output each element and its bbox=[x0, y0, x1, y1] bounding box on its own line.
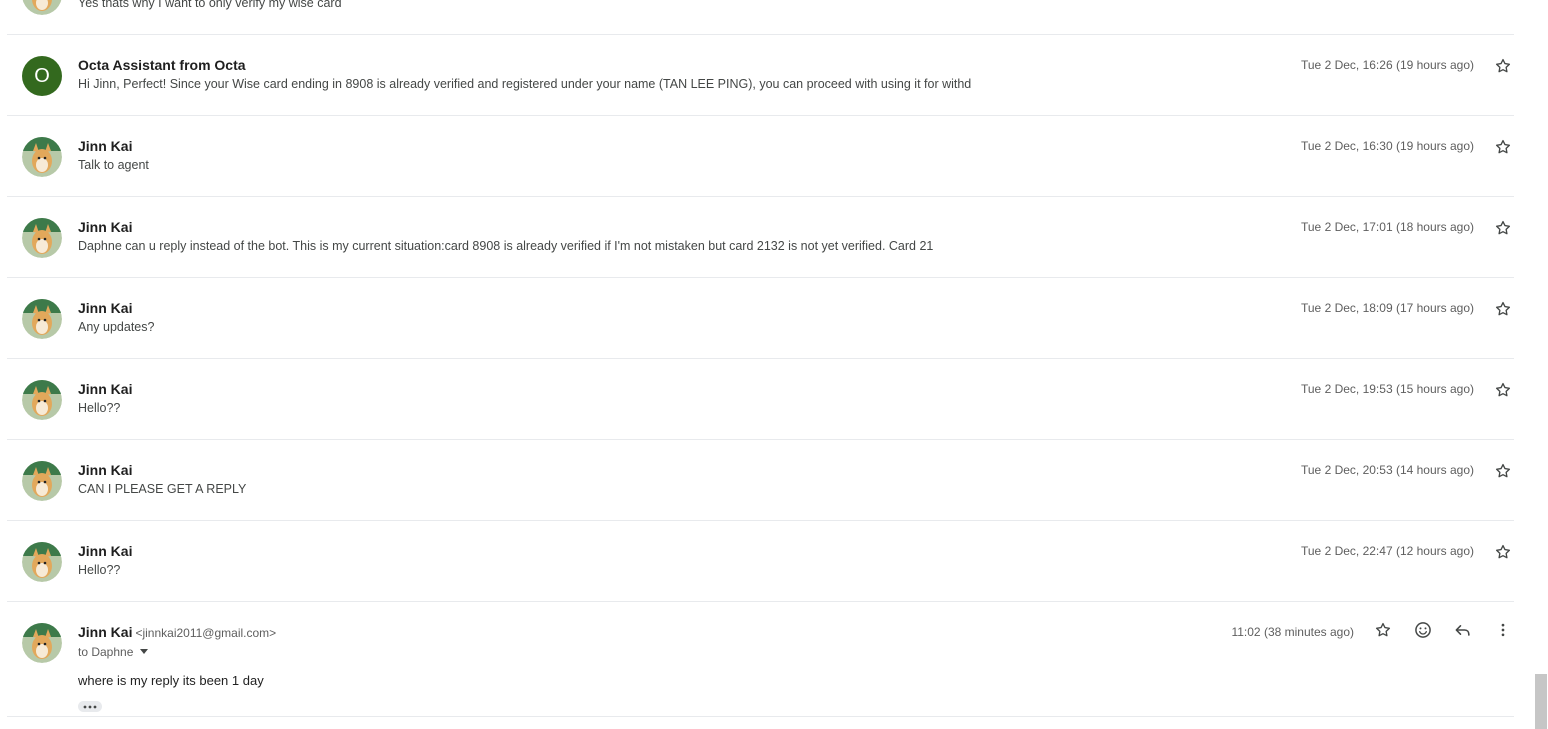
message-time: Tue 2 Dec, 18:09 (17 hours ago) bbox=[1301, 301, 1474, 315]
chevron-down-icon[interactable] bbox=[139, 645, 149, 659]
sender-name: Jinn Kai bbox=[78, 462, 133, 478]
sender-avatar: O bbox=[22, 56, 62, 96]
message-snippet: Daphne can u reply instead of the bot. T… bbox=[78, 239, 934, 253]
message-time: Tue 2 Dec, 19:53 (15 hours ago) bbox=[1301, 382, 1474, 396]
sender-avatar bbox=[22, 218, 62, 258]
emoji-reaction-icon[interactable] bbox=[1412, 619, 1434, 641]
sender-avatar bbox=[22, 0, 62, 15]
star-icon[interactable] bbox=[1372, 619, 1394, 641]
sender-avatar bbox=[22, 461, 62, 501]
message-row-collapsed[interactable]: Jinn Kai Hello?? Tue 2 Dec, 22:47 (12 ho… bbox=[7, 521, 1514, 602]
scrollbar-thumb[interactable] bbox=[1535, 674, 1547, 729]
message-row-collapsed[interactable]: Yes thats why I want to only verify my w… bbox=[7, 0, 1514, 35]
message-row-collapsed[interactable]: Jinn Kai Daphne can u reply instead of t… bbox=[7, 197, 1514, 278]
sender-name: Jinn Kai bbox=[78, 219, 133, 235]
sender-name: Jinn Kai bbox=[78, 300, 133, 316]
message-snippet: Hello?? bbox=[78, 401, 121, 415]
sender-email: <jinnkai2011@gmail.com> bbox=[135, 626, 277, 640]
sender-avatar bbox=[22, 623, 62, 663]
message-time: Tue 2 Dec, 22:47 (12 hours ago) bbox=[1301, 544, 1474, 558]
message-time: Tue 2 Dec, 17:01 (18 hours ago) bbox=[1301, 220, 1474, 234]
message-snippet: Talk to agent bbox=[78, 158, 149, 172]
message-snippet: Hi Jinn, Perfect! Since your Wise card e… bbox=[78, 77, 972, 91]
sender-name: Octa Assistant from Octa bbox=[78, 57, 246, 73]
star-icon[interactable] bbox=[1492, 379, 1514, 401]
star-icon[interactable] bbox=[1492, 136, 1514, 158]
star-icon[interactable] bbox=[1492, 217, 1514, 239]
message-row-collapsed[interactable]: Jinn Kai Hello?? Tue 2 Dec, 19:53 (15 ho… bbox=[7, 359, 1514, 440]
message-time: Tue 2 Dec, 16:30 (19 hours ago) bbox=[1301, 139, 1474, 153]
message-snippet: Hello?? bbox=[78, 563, 121, 577]
sender-name: Jinn Kai bbox=[78, 138, 133, 154]
message-time: Tue 2 Dec, 20:53 (14 hours ago) bbox=[1301, 463, 1474, 477]
message-snippet: Any updates? bbox=[78, 320, 155, 334]
sender-name[interactable]: Jinn Kai bbox=[78, 624, 132, 640]
sender-avatar bbox=[22, 299, 62, 339]
message-row-collapsed[interactable]: Jinn Kai CAN I PLEASE GET A REPLY Tue 2 … bbox=[7, 440, 1514, 521]
reply-arrow-icon[interactable] bbox=[1452, 619, 1474, 641]
sender-line: Jinn Kai <jinnkai2011@gmail.com> bbox=[78, 624, 276, 642]
sender-name: Jinn Kai bbox=[78, 543, 133, 559]
message-row-collapsed[interactable]: Jinn Kai Talk to agent Tue 2 Dec, 16:30 … bbox=[7, 116, 1514, 197]
message-actions bbox=[1372, 619, 1514, 641]
sender-avatar bbox=[22, 542, 62, 582]
message-row-collapsed[interactable]: O Octa Assistant from Octa Hi Jinn, Perf… bbox=[7, 35, 1514, 116]
sender-avatar bbox=[22, 380, 62, 420]
show-trimmed-content-button[interactable] bbox=[78, 701, 102, 712]
message-body: where is my reply its been 1 day bbox=[78, 673, 264, 688]
message-snippet: Yes thats why I want to only verify my w… bbox=[78, 0, 342, 10]
email-thread: Yes thats why I want to only verify my w… bbox=[7, 0, 1514, 717]
star-icon[interactable] bbox=[1492, 298, 1514, 320]
star-icon[interactable] bbox=[1492, 541, 1514, 563]
message-time: Tue 2 Dec, 16:26 (19 hours ago) bbox=[1301, 58, 1474, 72]
star-icon[interactable] bbox=[1492, 55, 1514, 77]
message-time: 11:02 (38 minutes ago) bbox=[1231, 625, 1354, 639]
recipient-details-toggle[interactable]: to Daphne bbox=[78, 645, 149, 659]
sender-name: Jinn Kai bbox=[78, 381, 133, 397]
message-expanded: Jinn Kai <jinnkai2011@gmail.com> to Daphn… bbox=[7, 602, 1514, 717]
star-icon[interactable] bbox=[1492, 460, 1514, 482]
more-vert-icon[interactable] bbox=[1492, 619, 1514, 641]
message-snippet: CAN I PLEASE GET A REPLY bbox=[78, 482, 247, 496]
recipient-label: to Daphne bbox=[78, 645, 134, 659]
message-row-collapsed[interactable]: Jinn Kai Any updates? Tue 2 Dec, 18:09 (… bbox=[7, 278, 1514, 359]
sender-avatar bbox=[22, 137, 62, 177]
